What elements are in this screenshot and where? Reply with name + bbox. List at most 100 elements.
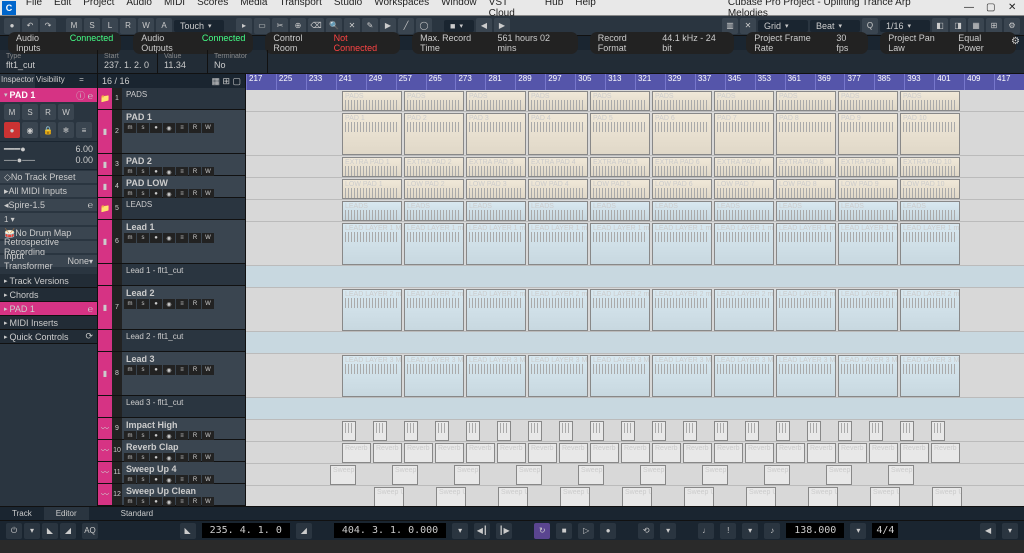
read-button[interactable]: R	[120, 18, 136, 34]
tempo-track-button[interactable]: ♪	[764, 523, 780, 539]
transport-bar: ⏻ ▾ ◣ ◢ AQ ◣ 235. 4. 1. 0 ◢ 404. 3. 1. 0…	[0, 520, 1024, 540]
stop-button[interactable]: ■	[556, 523, 572, 539]
lane-toggle[interactable]: ≡	[76, 122, 92, 138]
record-toggle[interactable]: ●	[4, 122, 20, 138]
solo-toggle[interactable]: S	[22, 104, 38, 120]
time-sig-display[interactable]: 4/4	[872, 523, 898, 538]
time-format-button[interactable]: ▾	[452, 523, 468, 539]
sync-button[interactable]: ◀	[980, 523, 996, 539]
track-row[interactable]: ▮3PAD 2ms●◉≡RW	[98, 154, 245, 176]
menu-media[interactable]: Media	[234, 0, 273, 19]
menu-vst cloud[interactable]: VST Cloud	[483, 0, 539, 19]
standard-tab[interactable]: Standard	[109, 507, 165, 520]
write-toggle[interactable]: W	[58, 104, 74, 120]
menu-file[interactable]: File	[20, 0, 48, 19]
minimize-button[interactable]: —	[958, 2, 978, 13]
track-row[interactable]: 〰9Impact Highms●◉≡RW	[98, 418, 245, 440]
count-in-button[interactable]: !	[720, 523, 736, 539]
inspector-section[interactable]: ▸PAD 1℮	[0, 302, 97, 316]
editor-tab[interactable]: Editor	[44, 507, 89, 520]
menu-audio[interactable]: Audio	[120, 0, 158, 19]
track-row[interactable]: ▮6Lead 1ms●◉≡RW	[98, 220, 245, 264]
locator-left-icon[interactable]: ◣	[180, 523, 196, 539]
instrument-select[interactable]: ◂ Spire-1.5 ℮	[0, 199, 97, 211]
inspector-section[interactable]: ▸Quick Controls⟳	[0, 330, 97, 344]
record-button[interactable]: ●	[600, 523, 616, 539]
track-row[interactable]: 📁5LEADS	[98, 198, 245, 220]
click-settings-button[interactable]: ▾	[742, 523, 758, 539]
tempo-display[interactable]: 138.000	[786, 523, 844, 538]
track-row[interactable]: 〰10Reverb Clapms●◉≡RW	[98, 440, 245, 462]
transport-punch-out[interactable]: ◢	[60, 523, 76, 539]
event-display[interactable]: 2172252332412492572652732812892973053133…	[246, 74, 1024, 506]
track-row[interactable]: 〰12Sweep Up Cleanms●◉≡RW	[98, 484, 245, 506]
track-row[interactable]: Lead 3 - flt1_cut	[98, 396, 245, 418]
inspector-section[interactable]: ▸Chords	[0, 288, 97, 302]
freeze-toggle[interactable]: ❄	[58, 122, 74, 138]
inspector-tab[interactable]: Inspector	[0, 74, 35, 88]
marker-right[interactable]: ┃▶	[496, 523, 512, 539]
primary-time[interactable]: 404. 3. 1. 0.000	[334, 523, 446, 538]
track-header-icon[interactable]: ▦ ⊞ ▢	[211, 76, 241, 87]
track-row[interactable]: ▮4PAD LOWms●◉≡RW	[98, 176, 245, 198]
menu-edit[interactable]: Edit	[48, 0, 77, 19]
menu-studio[interactable]: Studio	[328, 0, 368, 19]
automation-mode-select[interactable]: Touch	[174, 20, 224, 32]
track-row[interactable]: Lead 1 - flt1_cut	[98, 264, 245, 286]
tap-tempo-button[interactable]: ▾	[850, 523, 866, 539]
track-row[interactable]: 〰11Sweep Up 4ms●◉≡RW	[98, 462, 245, 484]
ruler[interactable]: 2172252332412492572652732812892973053133…	[246, 74, 1024, 90]
menu-window[interactable]: Window	[435, 0, 483, 19]
left-locator[interactable]: 235. 4. 1. 0	[202, 523, 290, 538]
maximize-button[interactable]: ▢	[980, 2, 1000, 13]
cycle-button[interactable]: ↻	[534, 523, 550, 539]
track-row[interactable]: ▮8Lead 3ms●◉≡RW	[98, 352, 245, 396]
tool-line[interactable]: ╱	[398, 18, 414, 34]
track-preset-select[interactable]: ◇ No Track Preset	[0, 171, 97, 183]
quantize-button[interactable]: Q	[862, 18, 878, 34]
quantize-select[interactable]: 1/16	[880, 20, 930, 32]
monitor-toggle[interactable]: ◉	[22, 122, 38, 138]
menu-scores[interactable]: Scores	[191, 0, 234, 19]
menu-bar: C FileEditProjectAudioMIDIScoresMediaTra…	[0, 0, 1024, 16]
color-select[interactable]: ■	[444, 20, 474, 32]
menu-midi[interactable]: MIDI	[158, 0, 191, 19]
menu-workspaces[interactable]: Workspaces	[368, 0, 435, 19]
snap-type-select[interactable]: Grid	[758, 20, 808, 32]
channel-select[interactable]: 1 ▾	[0, 213, 97, 225]
grid-type-select[interactable]: Beat	[810, 20, 860, 32]
track-row[interactable]: ▮2PAD 1ms●◉≡RW	[98, 110, 245, 154]
track-row[interactable]: Lead 2 - flt1_cut	[98, 330, 245, 352]
inspector-track-header[interactable]: ▾PAD 1 ⓘ ℮	[0, 88, 97, 102]
menu-transport[interactable]: Transport	[273, 0, 327, 19]
tool-range[interactable]: ▭	[254, 18, 270, 34]
input-transformer[interactable]: Input TransformerNone ▾	[0, 255, 97, 267]
midi-input-select[interactable]: ▸ All MIDI Inputs	[0, 185, 97, 197]
menu-help[interactable]: Help	[569, 0, 602, 19]
sync-settings-button[interactable]: ▾	[1002, 523, 1018, 539]
menu-hub[interactable]: Hub	[539, 0, 569, 19]
inspector-section[interactable]: ▸Track Versions	[0, 274, 97, 288]
read-toggle[interactable]: R	[40, 104, 56, 120]
track-tab[interactable]: Track	[0, 507, 44, 520]
marker-left[interactable]: ◀┃	[474, 523, 490, 539]
transport-power[interactable]: ⏻	[6, 523, 22, 539]
autoquantize-button[interactable]: AQ	[82, 523, 98, 539]
track-row[interactable]: 📁1PADS	[98, 88, 245, 110]
retrospective-button[interactable]: ⟲	[638, 523, 654, 539]
inspector-section[interactable]: ▸MIDI Inserts	[0, 316, 97, 330]
close-button[interactable]: ✕	[1002, 2, 1022, 13]
metronome-button[interactable]: ♩	[698, 523, 714, 539]
lock-toggle[interactable]: 🔒	[40, 122, 56, 138]
transport-punch-in[interactable]: ◣	[42, 523, 58, 539]
menu-project[interactable]: Project	[77, 0, 120, 19]
visibility-tab[interactable]: Visibility	[35, 74, 66, 88]
transport-punch[interactable]: ▾	[24, 523, 40, 539]
gear-icon[interactable]: ⚙	[1011, 36, 1020, 47]
mute-toggle[interactable]: M	[4, 104, 20, 120]
track-row[interactable]: ▮7Lead 2ms●◉≡RW	[98, 286, 245, 330]
equals-icon[interactable]: =	[66, 74, 97, 88]
play-button[interactable]: ▷	[578, 523, 594, 539]
rec-mode-button[interactable]: ▾	[660, 523, 676, 539]
locator-right-icon[interactable]: ◢	[296, 523, 312, 539]
